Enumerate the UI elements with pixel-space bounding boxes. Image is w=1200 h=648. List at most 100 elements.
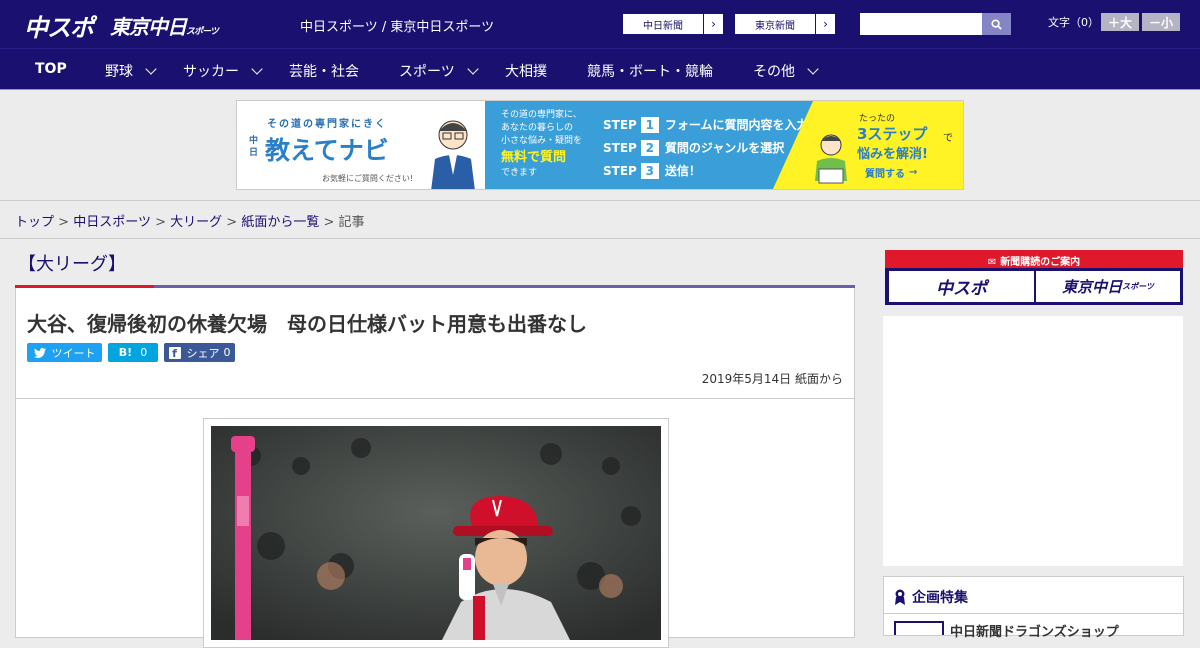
breadcrumb-separator: >: [323, 215, 335, 230]
cta-big: 3ステップ: [857, 125, 928, 143]
banner-note: お気軽にご質問ください!: [322, 174, 414, 183]
arrow-right-icon: →: [909, 167, 918, 178]
nav-item-sports[interactable]: スポーツ: [399, 61, 479, 81]
banner-brand-small: 中日: [249, 136, 259, 158]
banner-desc-line: 小さな悩み・疑問を: [501, 136, 583, 146]
banner-desc-line: その道の専門家に、: [501, 110, 582, 120]
subscription-box: ✉ 新聞購読のご案内 中スポ 東京中日 スポーツ: [885, 250, 1183, 305]
font-size-label: 文字（0）: [1048, 16, 1099, 29]
article-divider: [16, 398, 854, 399]
cta-de: で: [943, 133, 953, 144]
breadcrumb-paper-list[interactable]: 紙面から一覧: [241, 215, 319, 230]
nav-item-label: その他: [753, 64, 795, 80]
feature-title: 企画特集: [912, 590, 968, 606]
breadcrumb-current: 記事: [338, 215, 365, 230]
breadcrumb-separator: >: [226, 215, 238, 230]
nav-item-other[interactable]: その他: [753, 61, 819, 81]
article-photo: [203, 418, 669, 648]
article-headline: 大谷、復帰後初の休養欠場 母の日仕様バット用意も出番なし: [27, 312, 587, 336]
chuspo-logo[interactable]: 中スポ: [24, 8, 94, 43]
facebook-icon: f: [168, 346, 181, 360]
cta-solve: 悩みを解消!: [857, 147, 928, 162]
article-date: 2019年5月14日 紙面から: [701, 372, 843, 386]
banner-brand-panel: その道の専門家にきく 中日 教えてナビ お気軽にご質問ください!: [237, 101, 485, 189]
facebook-count: 0: [223, 346, 231, 359]
nav-item-label: TOP: [35, 61, 67, 77]
tokyo-shimbun-button[interactable]: 東京新聞 ›: [734, 13, 836, 35]
tokyo-shimbun-label: 東京新聞: [735, 14, 816, 34]
nav-item-top[interactable]: TOP: [35, 61, 67, 77]
step-label: STEP: [603, 140, 637, 155]
nav-item-label: サッカー: [183, 64, 239, 80]
category-title: 【大リーグ】: [18, 254, 126, 275]
step-label: STEP: [603, 163, 637, 178]
ribbon-badge-icon: [895, 589, 905, 605]
banner-step-3: STEP 3 送信！: [603, 162, 701, 179]
breadcrumb-mlb[interactable]: 大リーグ: [170, 215, 222, 230]
breadcrumb-separator: >: [155, 215, 166, 230]
step-number: 3: [640, 162, 659, 179]
main-nav: TOP 野球 サッカー 芸能・社会 スポーツ 大相撲 競馬・ボート・競輪 その他: [0, 48, 1200, 89]
banner-cta-panel: たったの 3ステップ で 悩みを解消! 質問する →: [773, 101, 963, 189]
banner-desc-end: できます: [501, 168, 538, 178]
sidebar-ad-space: [883, 316, 1183, 566]
facebook-share-label: シェア: [186, 346, 220, 360]
feature-header: 企画特集: [894, 587, 968, 607]
tweet-button[interactable]: ツイート: [27, 343, 102, 362]
search-icon: [991, 18, 1002, 30]
subscribe-tokyo-chunichi-small: スポーツ: [1122, 282, 1154, 291]
banner-desc-line: あなたの暮らしの: [501, 123, 574, 133]
subscribe-tokyo-chunichi-button[interactable]: 東京中日 スポーツ: [1036, 271, 1180, 302]
step-text: 送信！: [664, 164, 701, 178]
subscription-header-text: 新聞購読のご案内: [1000, 257, 1081, 268]
nav-item-baseball[interactable]: 野球: [105, 61, 157, 81]
breadcrumb-chunichi-sports[interactable]: 中日スポーツ: [73, 215, 151, 230]
feature-section: 企画特集 中日新聞ドラゴンズショップ: [883, 576, 1184, 640]
step-text: 質問のジャンルを選択: [664, 141, 785, 155]
nav-item-sumo[interactable]: 大相撲: [505, 61, 547, 81]
nav-item-label: 野球: [105, 64, 133, 80]
hatena-icon: B!: [118, 346, 133, 359]
hatena-bookmark-button[interactable]: B! 0: [108, 343, 158, 362]
font-smaller-button[interactable]: －小: [1142, 13, 1180, 31]
ohtani-batting-photo: [211, 426, 661, 640]
feature-divider: [884, 613, 1183, 614]
chevron-down-icon: [807, 62, 819, 75]
top-header: 中スポ 東京中日スポーツ 中日スポーツ / 東京中日スポーツ 中日新聞 › 東京…: [0, 0, 1200, 48]
subscribe-tokyo-chunichi-label: 東京中日: [1062, 278, 1123, 296]
chunichi-shimbun-label: 中日新聞: [623, 14, 704, 34]
nav-item-label: スポーツ: [399, 64, 455, 80]
hatena-count: 0: [140, 346, 148, 359]
banner-step-2: STEP 2 質問のジャンルを選択: [603, 139, 784, 156]
nav-item-soccer[interactable]: サッカー: [183, 61, 263, 81]
step-number: 2: [640, 139, 659, 156]
cta-button: 質問する →: [865, 165, 917, 180]
person-with-laptop-icon: [815, 134, 847, 184]
banner-free-label: 無料で質問: [501, 150, 567, 165]
chevron-right-icon: ›: [823, 17, 828, 31]
nav-item-entertainment[interactable]: 芸能・社会: [289, 61, 359, 81]
tokyo-chunichi-logo-text: 東京中日: [110, 15, 187, 39]
consultant-illustration-icon: [431, 120, 475, 189]
oshiete-navi-banner[interactable]: その道の専門家にきく 中日 教えてナビ お気軽にご質問ください! その道の専門家…: [236, 100, 964, 190]
banner-desc-panel: その道の専門家に、 あなたの暮らしの 小さな悩み・疑問を 無料で質問 できます: [485, 101, 603, 189]
search-input[interactable]: [860, 13, 982, 35]
subscribe-chuspo-button[interactable]: 中スポ: [889, 271, 1034, 302]
breadcrumb-top[interactable]: トップ: [15, 215, 54, 230]
tokyo-chunichi-logo[interactable]: 東京中日スポーツ: [110, 11, 219, 40]
tokyo-chunichi-logo-small: スポーツ: [186, 27, 219, 37]
twitter-bird-icon: [33, 347, 46, 358]
chunichi-shimbun-button[interactable]: 中日新聞 ›: [622, 13, 724, 35]
nav-item-racing[interactable]: 競馬・ボート・競輪: [587, 61, 713, 81]
font-larger-button[interactable]: ＋大: [1101, 13, 1139, 31]
step-label: STEP: [603, 117, 637, 132]
banner-brand: 教えてナビ: [265, 136, 389, 165]
feature-item-dragons-shop[interactable]: 中日新聞ドラゴンズショップ: [950, 621, 1119, 640]
banner-tagline: その道の専門家にきく: [267, 119, 387, 130]
facebook-share-button[interactable]: f シェア 0: [164, 343, 235, 362]
search-button[interactable]: [982, 13, 1011, 35]
banner-step-1: STEP 1 フォームに質問内容を入力: [603, 116, 808, 133]
step-number: 1: [640, 116, 659, 133]
chevron-down-icon: [145, 62, 157, 75]
chevron-down-icon: [251, 62, 263, 75]
